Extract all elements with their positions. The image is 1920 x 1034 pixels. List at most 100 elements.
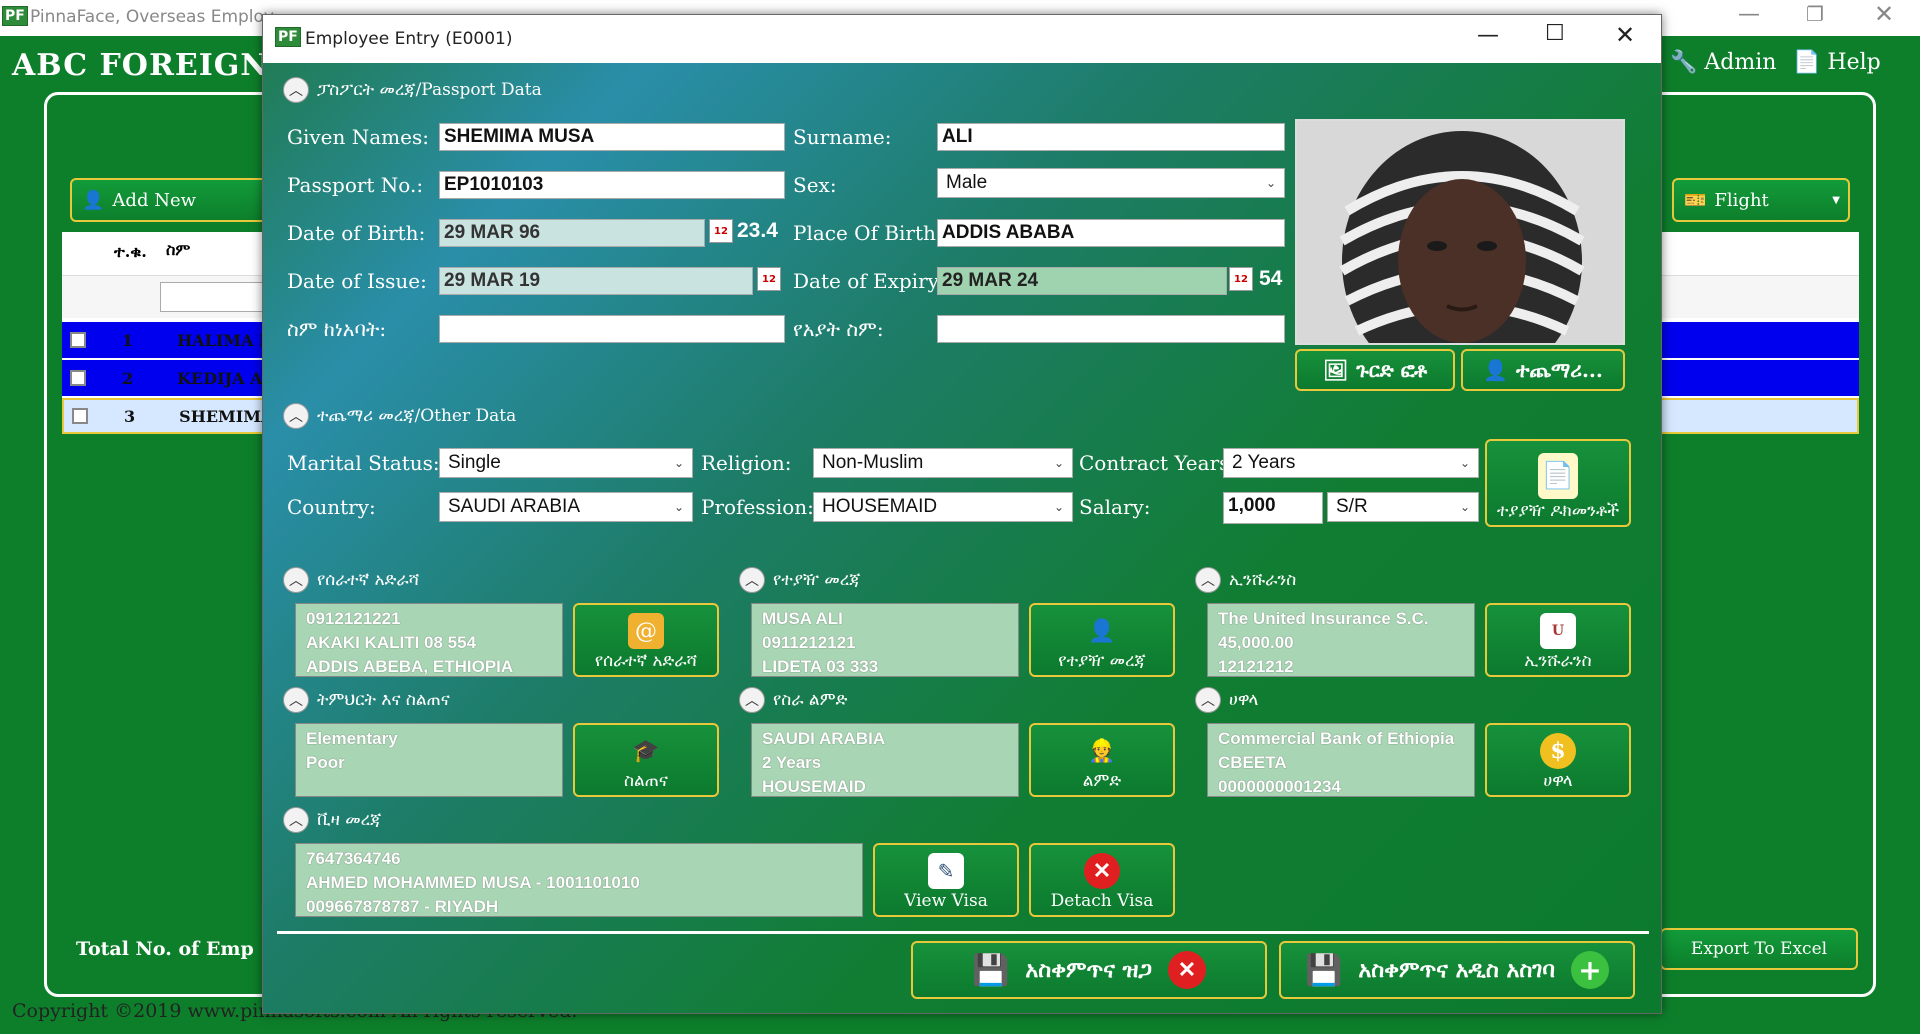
collapse-icon[interactable]: ︿ <box>283 403 309 429</box>
add-new-button[interactable]: 👤 Add New <box>70 178 270 222</box>
currency-select[interactable]: S/R ⌄ <box>1327 492 1479 522</box>
row-checkbox[interactable] <box>70 370 86 386</box>
collapse-icon[interactable]: ︿ <box>283 687 309 713</box>
collapse-icon[interactable]: ︿ <box>739 687 765 713</box>
passport-no-input[interactable]: EP1010103 <box>439 171 785 199</box>
doi-input[interactable]: 29 MAR 19 <box>439 267 753 295</box>
visa-line: 009667878787 - RIYADH <box>306 897 499 916</box>
experience-line: 2 Years <box>762 753 822 772</box>
collapse-icon[interactable]: ︿ <box>1195 567 1221 593</box>
religion-value: Non-Muslim <box>822 452 924 473</box>
passport-section-header[interactable]: ︿ ፓስፖርት መረጃ/Passport Data <box>283 77 542 103</box>
address-button[interactable]: @ የሰራተኛ አድራሻ <box>573 603 719 677</box>
detach-visa-button[interactable]: ✕ Detach Visa <box>1029 843 1175 917</box>
religion-select[interactable]: Non-Muslim ⌄ <box>813 448 1073 478</box>
profession-select[interactable]: HOUSEMAID ⌄ <box>813 492 1073 522</box>
save-new-button[interactable]: 💾 አስቀምጥና አዲስ አስገባ + <box>1279 941 1635 999</box>
contact-line: LIDETA 03 333 <box>762 657 879 676</box>
address-section-title: የሰራተኛ አድራሻ <box>317 570 420 590</box>
bank-section-header[interactable]: ︿ ሀዋላ <box>1195 687 1258 713</box>
training-button[interactable]: 🎓 ስልጠና <box>573 723 719 797</box>
minimize-icon[interactable]: — <box>1738 2 1760 27</box>
dialog-minimize-icon[interactable]: — <box>1477 23 1499 48</box>
experience-info: SAUDI ARABIA 2 Years HOUSEMAID <box>751 723 1019 797</box>
row-name: KEDIJA A <box>177 368 263 388</box>
add-user-icon: 👤 <box>1483 358 1509 382</box>
save-close-button[interactable]: 💾 አስቀምጥና ዝጋ ✕ <box>911 941 1267 999</box>
col-name-header[interactable]: ስም <box>166 240 190 260</box>
doi-label: Date of Issue: <box>287 269 427 293</box>
chevron-down-icon: ⌄ <box>673 456 684 470</box>
calendar-icon[interactable]: 12 <box>709 219 733 243</box>
surname-input[interactable]: ALI <box>937 123 1285 151</box>
amharic-grandfather-input[interactable] <box>937 315 1285 343</box>
close-icon[interactable]: ✕ <box>1874 0 1894 28</box>
experience-section-header[interactable]: ︿ የስራ ልምድ <box>739 687 847 713</box>
more-photo-button[interactable]: 👤 ተጨማሪ... <box>1461 349 1625 391</box>
col-no-header[interactable]: ተ.ቁ. <box>114 242 147 262</box>
collapse-icon[interactable]: ︿ <box>1195 687 1221 713</box>
contact-section-header[interactable]: ︿ የተያዥ መረጃ <box>739 567 860 593</box>
calendar-icon[interactable]: 12 <box>757 267 781 291</box>
insurance-button[interactable]: U ኢንሹራንስ <box>1485 603 1631 677</box>
visa-line: AHMED MOHAMMED MUSA - 1001101010 <box>306 873 640 892</box>
education-section-header[interactable]: ︿ ትምህርት እና ስልጠና <box>283 687 450 713</box>
add-circle-icon: + <box>1570 951 1609 989</box>
pob-label: Place Of Birth: <box>793 221 943 245</box>
bank-button[interactable]: $ ሀዋላ <box>1485 723 1631 797</box>
visa-info: 7647364746 AHMED MOHAMMED MUSA - 1001101… <box>295 843 863 917</box>
marital-select[interactable]: Single ⌄ <box>439 448 693 478</box>
chevron-down-icon: ⌄ <box>1053 456 1064 470</box>
collapse-icon[interactable]: ︿ <box>283 567 309 593</box>
collapse-icon[interactable]: ︿ <box>283 77 309 103</box>
dialog-close-icon[interactable]: ✕ <box>1615 21 1635 49</box>
marital-label: Marital Status: <box>287 451 440 475</box>
contract-select[interactable]: 2 Years ⌄ <box>1223 448 1479 478</box>
documents-label: ተያያዥ ዶክመንቶች <box>1496 501 1620 521</box>
row-checkbox[interactable] <box>72 408 88 424</box>
employee-photo[interactable] <box>1295 119 1625 345</box>
dialog-maximize-icon[interactable]: ☐ <box>1545 21 1565 46</box>
collapse-icon[interactable]: ︿ <box>283 807 309 833</box>
dialog-titlebar: PF Employee Entry (E0001) — ☐ ✕ <box>263 15 1661 63</box>
attached-documents-button[interactable]: 📄 ተያያዥ ዶክመንቶች <box>1485 439 1631 527</box>
religion-label: Religion: <box>701 451 792 475</box>
insurance-info: The United Insurance S.C. 45,000.00 1212… <box>1207 603 1475 677</box>
dob-input[interactable]: 29 MAR 96 <box>439 219 705 247</box>
other-section-header[interactable]: ︿ ተጨማሪ መረጃ/Other Data <box>283 403 516 429</box>
contact-button[interactable]: 👤 የተያዥ መረጃ <box>1029 603 1175 677</box>
more-label: ተጨማሪ... <box>1516 358 1603 382</box>
restore-icon[interactable]: ❐ <box>1806 2 1824 26</box>
row-checkbox[interactable] <box>70 332 86 348</box>
admin-menu[interactable]: 🔧 Admin <box>1670 50 1776 75</box>
chevron-down-icon: ⌄ <box>673 500 684 514</box>
row-no: 2 <box>122 368 134 388</box>
experience-button[interactable]: 👷 ልምድ <box>1029 723 1175 797</box>
export-excel-button[interactable]: Export To Excel <box>1660 928 1858 970</box>
collapse-icon[interactable]: ︿ <box>739 567 765 593</box>
app-logo-icon: PF <box>2 6 28 26</box>
calendar-icon[interactable]: 12 <box>1229 267 1253 291</box>
given-names-input[interactable]: SHEMIMA MUSA <box>439 123 785 151</box>
insurance-logo-icon: U <box>1540 613 1576 649</box>
country-select[interactable]: SAUDI ARABIA ⌄ <box>439 492 693 522</box>
amharic-name-input[interactable] <box>439 315 785 343</box>
insurance-line: 45,000.00 <box>1218 633 1294 652</box>
doe-label: Date of Expiry: <box>793 269 946 293</box>
bank-button-label: ሀዋላ <box>1543 771 1573 791</box>
salary-input[interactable]: 1,000 <box>1223 492 1323 524</box>
sex-value: Male <box>946 172 988 193</box>
view-visa-button[interactable]: ✎ View Visa <box>873 843 1019 917</box>
visa-section-header[interactable]: ︿ ቪዛ መረጃ <box>283 807 381 833</box>
insurance-section-header[interactable]: ︿ ኢንሹራንስ <box>1195 567 1296 593</box>
sex-select[interactable]: Male ⌄ <box>937 168 1285 198</box>
address-section-header[interactable]: ︿ የሰራተኛ አድራሻ <box>283 567 419 593</box>
crop-photo-button[interactable]: 🖼 ጉርድ ፎቶ <box>1295 349 1455 391</box>
pob-input[interactable]: ADDIS ABABA <box>937 219 1285 247</box>
chevron-down-icon: ⌄ <box>1053 500 1064 514</box>
flight-button[interactable]: 🎫 Flight ▼ <box>1672 178 1850 222</box>
save-new-label: አስቀምጥና አዲስ አስገባ <box>1358 957 1555 983</box>
doe-input[interactable]: 29 MAR 24 <box>937 267 1227 295</box>
address-line: AKAKI KALITI 08 554 <box>306 633 477 652</box>
help-menu[interactable]: 📄 Help <box>1793 50 1881 75</box>
